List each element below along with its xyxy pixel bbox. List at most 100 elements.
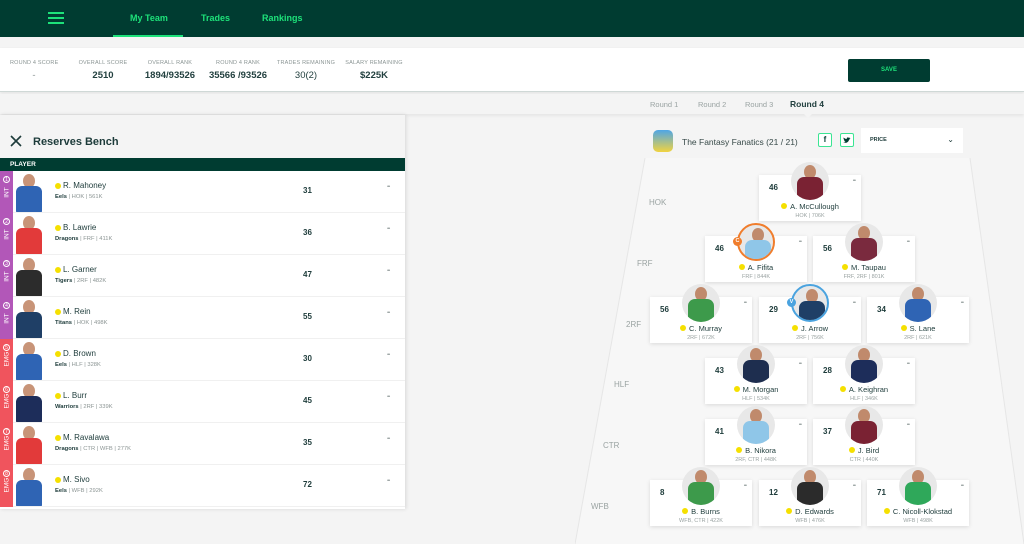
player-name[interactable]: R. Mahoney: [63, 181, 106, 190]
hamburger-icon[interactable]: [48, 12, 64, 24]
reserve-player-row[interactable]: 7 EMG M. Ravalawa Dragons | CTR | WFB | 277…: [0, 423, 405, 465]
nrl-logo-icon: [653, 130, 673, 152]
player-photo-jersey: [851, 421, 877, 444]
more-options-icon[interactable]: •••: [907, 361, 910, 367]
player-position-price: WFB | 476K: [795, 518, 825, 524]
sort-select[interactable]: PRICE ⌄: [861, 128, 963, 153]
player-position-price: WFB | 498K: [903, 518, 933, 524]
save-button[interactable]: SAVE: [848, 59, 930, 82]
nav-my-team[interactable]: My Team: [130, 13, 168, 23]
status-dot-icon: [55, 309, 61, 315]
player-name[interactable]: M. Sivo: [63, 475, 90, 484]
player-position-price: HLF | 534K: [742, 396, 770, 402]
nav-trades[interactable]: Trades: [201, 13, 230, 23]
reserve-player-row[interactable]: 8 EMG M. Sivo Eels | WFB | 292K 72 •••: [0, 465, 405, 507]
more-options-icon[interactable]: •••: [853, 178, 856, 184]
more-options-icon[interactable]: •••: [387, 310, 390, 316]
player-name-text: D. Edwards: [795, 507, 834, 516]
stat-round-score: ROUND 4 SCORE -: [10, 60, 59, 81]
more-options-icon[interactable]: •••: [799, 422, 802, 428]
more-options-icon[interactable]: •••: [387, 184, 390, 190]
more-options-icon[interactable]: •••: [853, 300, 856, 306]
player-photo-jersey: [743, 360, 769, 383]
stat-round-rank: ROUND 4 RANK 35566 /93526: [208, 60, 268, 81]
player-name[interactable]: M. Rein: [63, 307, 91, 316]
slot-number: 5: [3, 344, 10, 351]
position-label-hok: HOK: [649, 198, 667, 207]
more-options-icon[interactable]: •••: [744, 300, 747, 306]
player-name[interactable]: M. Ravalawa: [63, 433, 109, 442]
more-options-icon[interactable]: •••: [387, 478, 390, 484]
reserve-player-row[interactable]: 6 EMG L. Burr Warriors | 2RF | 339K 45 •••: [0, 381, 405, 423]
reserve-player-row[interactable]: 4 INT M. Rein Titans | HOK | 498K 55 •••: [0, 297, 405, 339]
twitter-share-button[interactable]: [840, 133, 854, 147]
tab-round-3[interactable]: Round 3: [745, 100, 773, 109]
nav-rankings[interactable]: Rankings: [262, 13, 303, 23]
more-options-icon[interactable]: •••: [907, 422, 910, 428]
status-dot-icon: [842, 264, 849, 270]
status-dot-icon: [55, 225, 61, 231]
player-position-price: | HOK | 561K: [66, 194, 103, 200]
tab-round-1[interactable]: Round 1: [650, 100, 678, 109]
more-options-icon[interactable]: •••: [853, 483, 856, 489]
player-team: Titans: [55, 320, 72, 326]
player-position-price: | FRF | 411K: [78, 236, 113, 242]
status-dot-icon: [848, 447, 855, 453]
slot-badge-emg: 6 EMG: [0, 381, 13, 423]
player-score: 43: [715, 366, 724, 375]
more-options-icon[interactable]: •••: [387, 394, 390, 400]
player-photo: [14, 172, 44, 212]
tab-round-2[interactable]: Round 2: [698, 100, 726, 109]
reserve-player-row[interactable]: 2 INT B. Lawrie Dragons | FRF | 411K 36 •••: [0, 213, 405, 255]
more-options-icon[interactable]: •••: [387, 226, 390, 232]
player-name: C. Nicoll-Klokstad: [867, 507, 969, 516]
player-name[interactable]: D. Brown: [63, 349, 96, 358]
slot-number: 4: [3, 302, 10, 309]
player-score: 37: [823, 427, 832, 436]
tab-round-4[interactable]: Round 4: [790, 99, 824, 109]
facebook-icon: f: [823, 135, 827, 144]
player-position-price: FRF | 844K: [741, 274, 771, 280]
player-position-price: | WFB | 292K: [66, 488, 103, 494]
player-name: C. Murray: [650, 324, 752, 333]
more-options-icon[interactable]: •••: [799, 361, 802, 367]
more-options-icon[interactable]: •••: [387, 436, 390, 442]
player-name: B. Burns: [650, 507, 752, 516]
more-options-icon[interactable]: •••: [961, 300, 964, 306]
status-dot-icon: [883, 508, 890, 514]
more-options-icon[interactable]: •••: [387, 268, 390, 274]
player-position-price: 2RF | 621K: [904, 335, 932, 341]
player-name[interactable]: B. Lawrie: [63, 223, 96, 232]
player-score: 46: [715, 244, 724, 253]
player-score: 36: [303, 228, 312, 237]
player-team: Dragons: [55, 236, 79, 242]
player-photo: [845, 223, 883, 261]
player-team: Eels: [55, 488, 67, 494]
more-options-icon[interactable]: •••: [387, 352, 390, 358]
reserve-player-row[interactable]: 1 INT R. Mahoney Eels | HOK | 561K 31 •••: [0, 171, 405, 213]
close-icon[interactable]: [10, 135, 22, 147]
player-details: Warriors | 2RF | 339K: [55, 404, 113, 410]
player-score: 30: [303, 354, 312, 363]
player-position-price: 2RF | 756K: [796, 335, 824, 341]
slot-number: 7: [3, 428, 10, 435]
player-name[interactable]: L. Burr: [63, 391, 87, 400]
player-name: B. Nikora: [705, 446, 807, 455]
position-label-hlf: HLF: [614, 380, 630, 389]
player-name: J. Arrow: [759, 324, 861, 333]
slot-number: 2: [3, 218, 10, 225]
player-position-price: 2RF, CTR | 448K: [735, 457, 777, 463]
slot-type: EMG: [3, 477, 11, 493]
more-options-icon[interactable]: •••: [907, 239, 910, 245]
status-dot-icon: [738, 264, 745, 270]
more-options-icon[interactable]: •••: [961, 483, 964, 489]
reserve-player-row[interactable]: 5 EMG D. Brown Eels | HLF | 328K 30 •••: [0, 339, 405, 381]
player-name[interactable]: L. Garner: [63, 265, 97, 274]
player-photo-jersey: [743, 421, 769, 444]
more-options-icon[interactable]: •••: [744, 483, 747, 489]
more-options-icon[interactable]: •••: [799, 239, 802, 245]
reserve-player-row[interactable]: 3 INT L. Garner Tigers | 2RF | 482K 47 •••: [0, 255, 405, 297]
player-name: S. Lane: [867, 324, 969, 333]
facebook-share-button[interactable]: f: [818, 133, 832, 147]
player-name-text: J. Bird: [857, 446, 880, 455]
